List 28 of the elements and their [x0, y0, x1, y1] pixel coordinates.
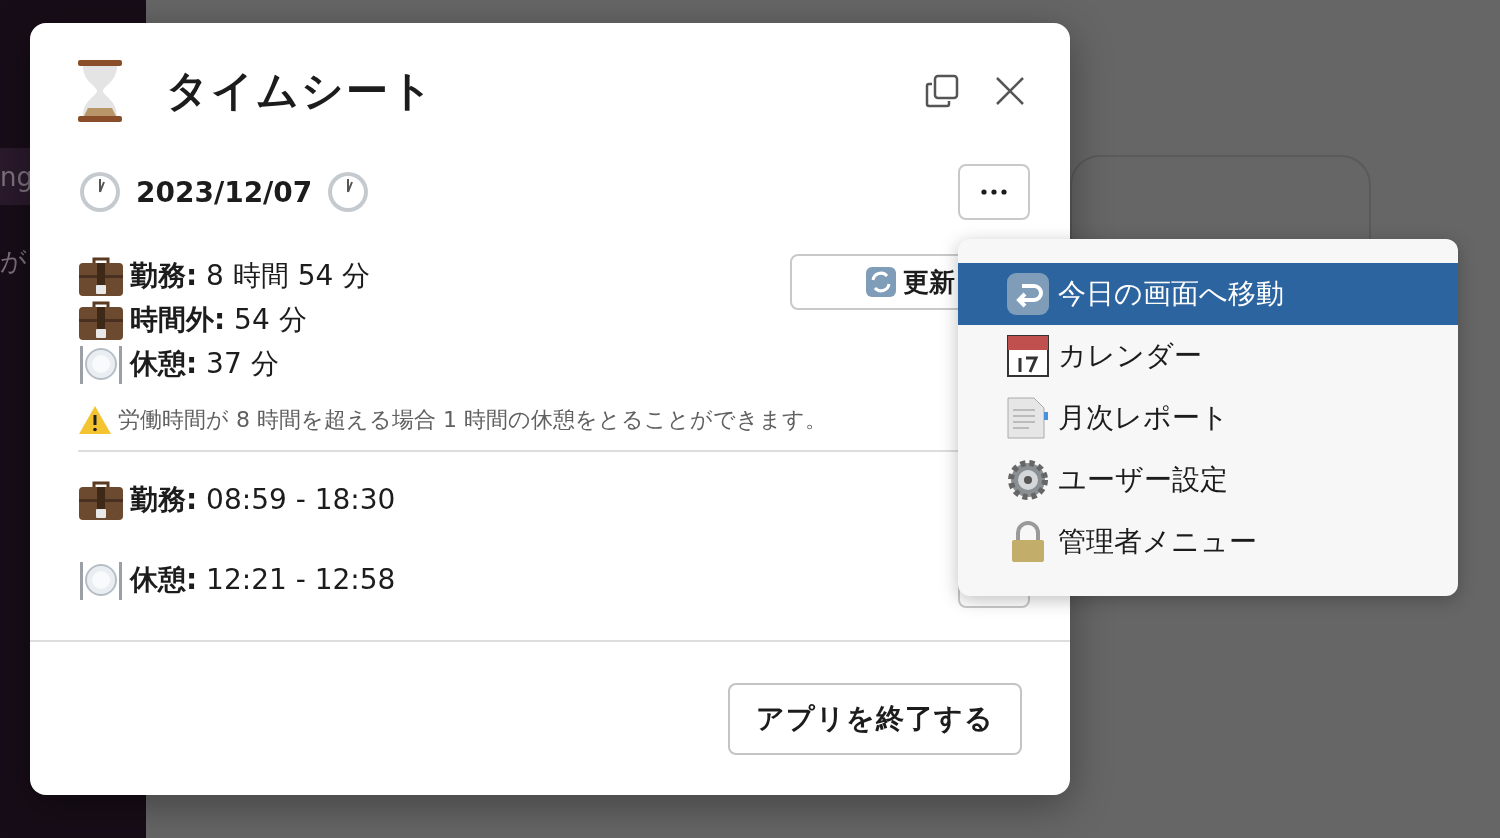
notice-text: 労働時間が 8 時間を超える場合 1 時間の休憩をとることができます。 — [118, 406, 827, 434]
briefcase-icon — [78, 479, 124, 521]
plate-icon — [78, 559, 124, 601]
menu-item[interactable]: ユーザー設定 — [958, 449, 1458, 511]
gear-icon — [1006, 458, 1050, 502]
summary-line: 休憩: 37 分 — [130, 346, 279, 382]
refresh-icon — [865, 266, 897, 298]
briefcase-icon — [78, 299, 124, 341]
warning-icon — [78, 405, 112, 435]
menu-item[interactable]: 月次レポート — [958, 387, 1458, 449]
briefcase-icon — [78, 255, 124, 297]
ellipsis-icon — [981, 189, 1007, 195]
clock-icon — [326, 170, 371, 214]
entry-line: 勤務: 08:59 - 18:30 — [130, 482, 396, 518]
menu-item[interactable]: 管理者メニュー — [958, 511, 1458, 573]
quit-button[interactable]: アプリを終了する — [728, 683, 1022, 755]
date-label: 2023/12/07 — [136, 175, 313, 209]
document-icon — [1006, 396, 1050, 440]
clock-icon — [78, 170, 122, 214]
menu-item[interactable]: 今日の画面へ移動 — [958, 263, 1458, 325]
dialog-title: タイムシート — [166, 65, 436, 117]
summary-line: 勤務: 8 時間 54 分 — [130, 258, 371, 294]
plate-icon — [78, 343, 124, 385]
entry-line: 休憩: 12:21 - 12:58 — [130, 562, 396, 598]
summary-line: 時間外: 54 分 — [130, 302, 307, 338]
hourglass-icon — [78, 60, 122, 122]
calendar-icon — [1006, 334, 1050, 378]
menu-item[interactable]: カレンダー — [958, 325, 1458, 387]
